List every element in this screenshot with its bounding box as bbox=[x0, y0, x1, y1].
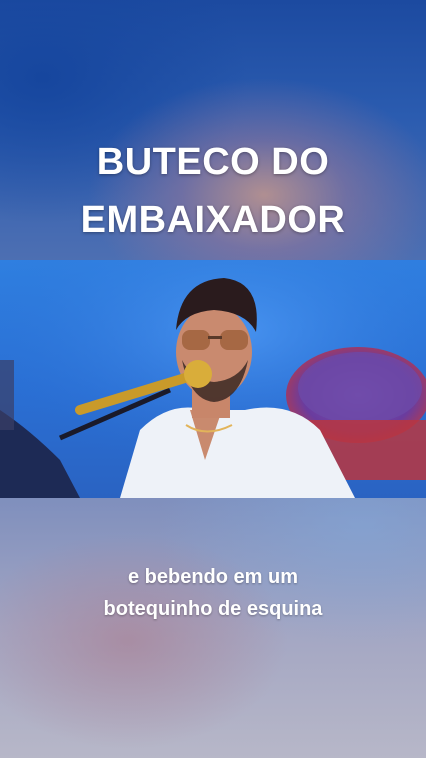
title-line-2: EMBAIXADOR bbox=[80, 199, 346, 241]
title-line-1: BUTECO DO bbox=[96, 141, 330, 183]
video-frame[interactable] bbox=[0, 260, 426, 498]
bottom-blurred-background bbox=[0, 498, 426, 758]
subtitle-line-2: botequinho de esquina bbox=[103, 598, 323, 620]
subtitle-line-1: e bebendo em um bbox=[127, 566, 299, 588]
sunglasses-icon bbox=[182, 330, 210, 350]
performer-scene bbox=[0, 260, 426, 498]
